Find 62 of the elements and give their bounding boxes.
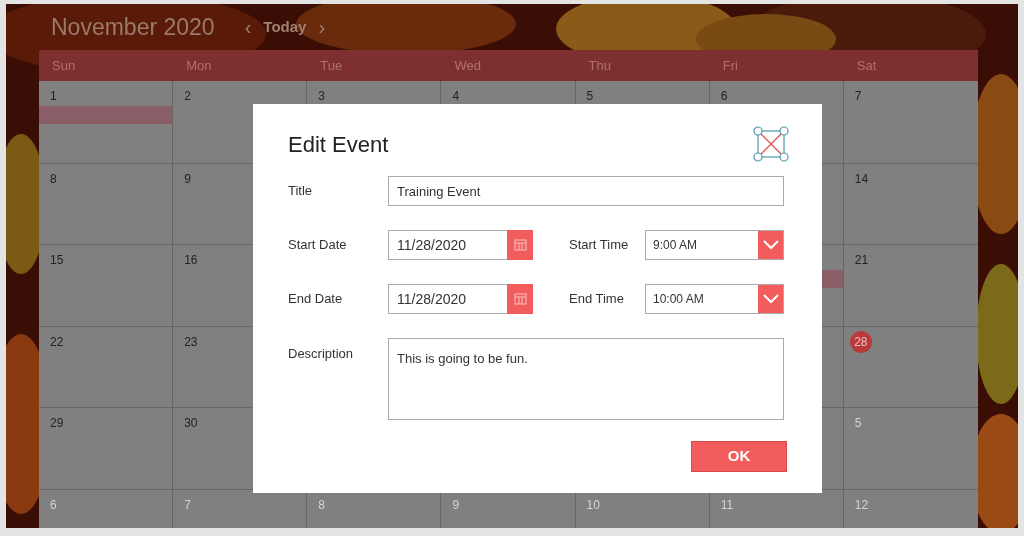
day-cell[interactable]: 15 [39, 244, 174, 326]
day-number[interactable]: 12 [854, 495, 869, 514]
day-number[interactable]: 5 [854, 414, 862, 432]
time-dropdown[interactable]: 10:00 AM [645, 284, 784, 314]
selected-day-number[interactable]: 28 [849, 330, 872, 353]
day-number[interactable]: 5 [586, 87, 594, 105]
day-number[interactable]: 3 [318, 87, 325, 105]
chevron-down-icon [762, 240, 779, 250]
next-button[interactable]: › [318, 12, 326, 42]
day-cell[interactable]: 29 [39, 407, 174, 489]
day-cell[interactable]: 8 [39, 162, 174, 244]
day-number[interactable]: 8 [318, 495, 325, 514]
day-number[interactable]: 29 [50, 414, 64, 432]
close-button[interactable] [753, 126, 789, 162]
weekday-header: Tue [320, 56, 343, 75]
day-number[interactable]: 21 [854, 251, 869, 269]
date-field[interactable]: 11/28/2020 [388, 230, 507, 260]
day-number[interactable]: 23 [184, 332, 198, 351]
date-field[interactable]: 11/28/2020 [388, 284, 507, 314]
close-icon [753, 126, 789, 162]
time-dropdown[interactable]: 9:00 AM [645, 230, 784, 260]
day-cell[interactable]: 6 [39, 488, 174, 528]
day-number[interactable]: 6 [720, 87, 728, 105]
previous-button[interactable]: ‹ [244, 12, 252, 42]
field-label: End Time [569, 290, 625, 309]
day-number[interactable]: 9 [184, 169, 191, 188]
chevron-down-icon [762, 294, 779, 304]
weekday-header: Sat [856, 56, 877, 75]
day-number[interactable]: 22 [50, 332, 64, 351]
month-title: November 2020 [51, 12, 215, 42]
title-field[interactable]: Training Event [388, 176, 784, 206]
day-cell[interactable]: 7 [173, 488, 308, 528]
description-field[interactable]: This is going to be fun. [388, 338, 784, 420]
day-number[interactable]: 14 [854, 169, 869, 188]
weekday-header: Mon [186, 56, 212, 75]
weekday-header: Sun [52, 56, 76, 75]
day-number[interactable]: 11 [720, 495, 734, 514]
day-number[interactable]: 1 [50, 87, 57, 105]
day-cell[interactable]: 22 [39, 325, 174, 407]
day-cell[interactable]: 1 [39, 81, 174, 163]
calendar-icon [513, 293, 527, 305]
event-bar[interactable] [39, 106, 173, 124]
day-number[interactable]: 30 [184, 414, 198, 432]
field-label: Start Time [569, 236, 630, 255]
ok-button[interactable]: OK [691, 441, 787, 472]
calendar-icon [513, 239, 527, 251]
weekday-header: Wed [454, 56, 481, 75]
day-number[interactable]: 9 [452, 495, 460, 514]
weekday-header: Fri [722, 56, 738, 75]
day-number[interactable]: 7 [854, 87, 862, 105]
day-number[interactable]: 4 [452, 87, 460, 105]
day-number[interactable]: 16 [184, 251, 198, 269]
calendar-button[interactable] [507, 230, 533, 260]
day-number[interactable]: 6 [50, 495, 57, 514]
day-number[interactable]: 8 [50, 169, 57, 188]
weekday-header: Thu [588, 56, 611, 75]
day-number[interactable]: 10 [586, 495, 600, 514]
day-number[interactable]: 2 [184, 87, 191, 105]
calendar-button[interactable] [507, 284, 533, 314]
day-number[interactable]: 7 [184, 495, 191, 514]
today-button[interactable]: Today [263, 15, 307, 39]
day-number[interactable]: 15 [50, 251, 64, 269]
